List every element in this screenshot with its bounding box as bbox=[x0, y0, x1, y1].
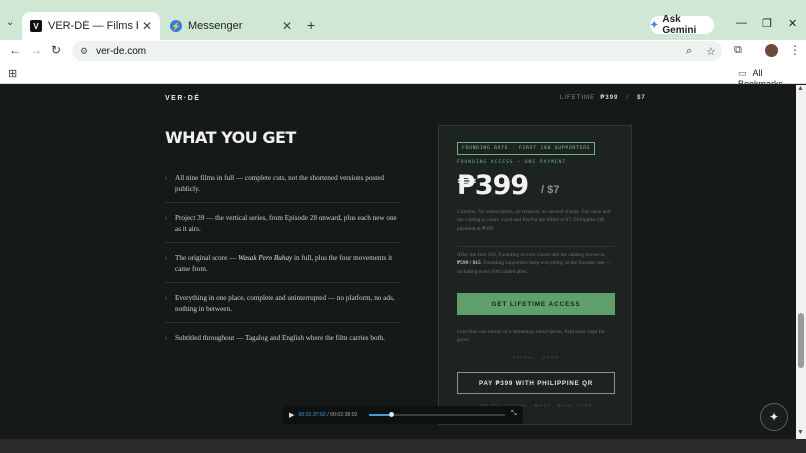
bullet-icon: › bbox=[165, 215, 168, 222]
list-item: › Project 39 — the vertical series, from… bbox=[165, 211, 401, 243]
seek-bar[interactable] bbox=[369, 412, 505, 417]
window-close-icon[interactable]: ✕ bbox=[788, 17, 797, 30]
restore-icon[interactable]: ❐ bbox=[762, 17, 772, 30]
bookmarks-bar: ⊞ ▭ All Bookmarks bbox=[0, 62, 806, 89]
tab-verde[interactable]: V VER-DÉ — Films by Green Ralph ✕ bbox=[22, 12, 160, 40]
gemini-sparkle-icon: ✦ bbox=[650, 19, 659, 31]
taskbar-edge bbox=[0, 439, 806, 453]
feature-text: Subtitled throughout — Tagalog and Engli… bbox=[175, 334, 385, 342]
extensions-icon[interactable]: ⧉ bbox=[734, 44, 742, 57]
sparkle-fab-button[interactable]: ✦ bbox=[760, 403, 788, 431]
founding-description: After the first 100, Founding Access clo… bbox=[457, 252, 612, 275]
price-usd: / $7 bbox=[541, 184, 560, 196]
feature-text: All nine films in full — complete cuts, … bbox=[175, 174, 385, 193]
close-icon[interactable]: ✕ bbox=[282, 19, 292, 33]
url-text: ver-de.com bbox=[96, 45, 147, 57]
value-note: Less than one month of a streaming subsc… bbox=[457, 329, 606, 344]
site-info-icon[interactable]: ⚙ bbox=[80, 46, 88, 57]
site-logo[interactable]: VER·DÉ bbox=[165, 95, 200, 102]
list-item: › Subtitled throughout — Tagalog and Eng… bbox=[165, 331, 401, 351]
list-item: › Everything in one place, complete and … bbox=[165, 291, 401, 323]
zoom-icon[interactable]: ⌕ bbox=[686, 45, 692, 58]
forward-arrow-icon[interactable]: → bbox=[30, 43, 42, 57]
ask-gemini-button[interactable]: ✦ Ask Gemini bbox=[650, 14, 714, 36]
new-tab-icon[interactable]: + bbox=[307, 17, 315, 33]
messenger-favicon-icon: ⚡ bbox=[170, 20, 182, 32]
scroll-down-icon[interactable]: ▼ bbox=[797, 429, 804, 436]
back-arrow-icon[interactable]: ← bbox=[9, 43, 21, 57]
verde-favicon-icon: V bbox=[30, 20, 42, 32]
total-time: 00:02:38:02 bbox=[330, 412, 358, 418]
pricing-card: FOUNDING RATE · FIRST 100 SUPPORTERS FOU… bbox=[438, 125, 632, 425]
bookmark-star-icon[interactable]: ☆ bbox=[706, 45, 716, 58]
page-title: WHAT YOU GET bbox=[165, 128, 296, 147]
scroll-up-icon[interactable]: ▲ bbox=[797, 85, 804, 92]
bullet-icon: › bbox=[165, 335, 168, 342]
feature-text: The original score — Wasak Pero Buhay in… bbox=[175, 254, 393, 273]
address-bar[interactable]: ⚙ ver-de.com bbox=[72, 41, 722, 61]
feature-list: › All nine films in full — complete cuts… bbox=[165, 171, 401, 359]
nav-price-php: ₱399 bbox=[600, 95, 619, 101]
fullscreen-icon[interactable]: ⤡ bbox=[511, 410, 517, 418]
page-content: VER·DÉ LIFETIME ₱399 / $7 WHAT YOU GET ›… bbox=[0, 85, 796, 439]
minimize-icon[interactable]: — bbox=[736, 17, 747, 29]
seek-handle[interactable] bbox=[388, 412, 394, 417]
play-icon[interactable]: ▶ bbox=[289, 411, 294, 419]
tab-search-icon[interactable]: ⌄ bbox=[6, 17, 14, 28]
browser-tab-strip: ⌄ V VER-DÉ — Films by Green Ralph ✕ ⚡ Me… bbox=[0, 0, 806, 40]
menu-kebab-icon[interactable]: ⋮ bbox=[789, 43, 801, 57]
avatar[interactable] bbox=[765, 44, 778, 57]
pay-with-qr-button[interactable]: PAY ₱399 WITH PHILIPPINE QR bbox=[457, 372, 615, 394]
current-time: 00:02:37:02 bbox=[298, 412, 326, 418]
score-title: Wasak Pero Buhay bbox=[238, 254, 293, 262]
feature-text: Project 39 — the vertical series, from E… bbox=[175, 214, 397, 233]
tab-messenger[interactable]: ⚡ Messenger ✕ bbox=[162, 12, 300, 40]
divider bbox=[457, 246, 615, 247]
nav-price: LIFETIME ₱399 / $7 bbox=[560, 95, 646, 101]
nav-price-usd: $7 bbox=[637, 95, 646, 101]
sparkle-icon: ✦ bbox=[768, 410, 780, 424]
media-player: ▶ 00:02:37:02 / 00:02:38:02 ⤡ bbox=[283, 406, 523, 424]
page-scrollbar[interactable]: ▲ ▼ bbox=[796, 85, 806, 439]
bullet-icon: › bbox=[165, 175, 168, 182]
apps-grid-icon[interactable]: ⊞ bbox=[8, 67, 17, 80]
list-item: › The original score — Wasak Pero Buhay … bbox=[165, 251, 401, 283]
get-lifetime-access-button[interactable]: GET LIFETIME ACCESS bbox=[457, 293, 615, 315]
nav-price-label: LIFETIME bbox=[560, 95, 596, 101]
scrollbar-thumb[interactable] bbox=[798, 313, 804, 368]
time-sep: / bbox=[327, 412, 329, 418]
lifetime-description: Lifetime. No subscription, no renewal, n… bbox=[457, 209, 611, 232]
bullet-icon: › bbox=[165, 255, 168, 262]
nav-price-sep: / bbox=[626, 95, 630, 101]
feature-text: Everything in one place, complete and un… bbox=[175, 294, 395, 313]
close-icon[interactable]: ✕ bbox=[142, 19, 152, 33]
reload-icon[interactable]: ↻ bbox=[51, 43, 61, 57]
bullet-icon: › bbox=[165, 295, 168, 302]
founding-rate-badge: FOUNDING RATE · FIRST 100 SUPPORTERS bbox=[457, 142, 596, 155]
seek-fill bbox=[369, 414, 391, 416]
tab-title: Messenger bbox=[188, 20, 243, 32]
price-php: ₱399 bbox=[457, 170, 529, 201]
ask-gemini-label: Ask Gemini bbox=[662, 14, 697, 36]
founding-label: FOUNDING ACCESS — ONE PAYMENT bbox=[457, 160, 567, 165]
list-item: › All nine films in full — complete cuts… bbox=[165, 171, 401, 203]
folder-icon: ▭ bbox=[738, 68, 747, 78]
payment-methods: PAYPAL · CARD bbox=[512, 355, 560, 360]
future-price: ₱599 / $15 bbox=[457, 260, 481, 267]
tab-title: VER-DÉ — Films by Green Ralph bbox=[48, 20, 138, 32]
browser-toolbar: ← → ↻ ⚙ ver-de.com ⌕ ☆ ⧉ ⋮ bbox=[0, 40, 806, 62]
